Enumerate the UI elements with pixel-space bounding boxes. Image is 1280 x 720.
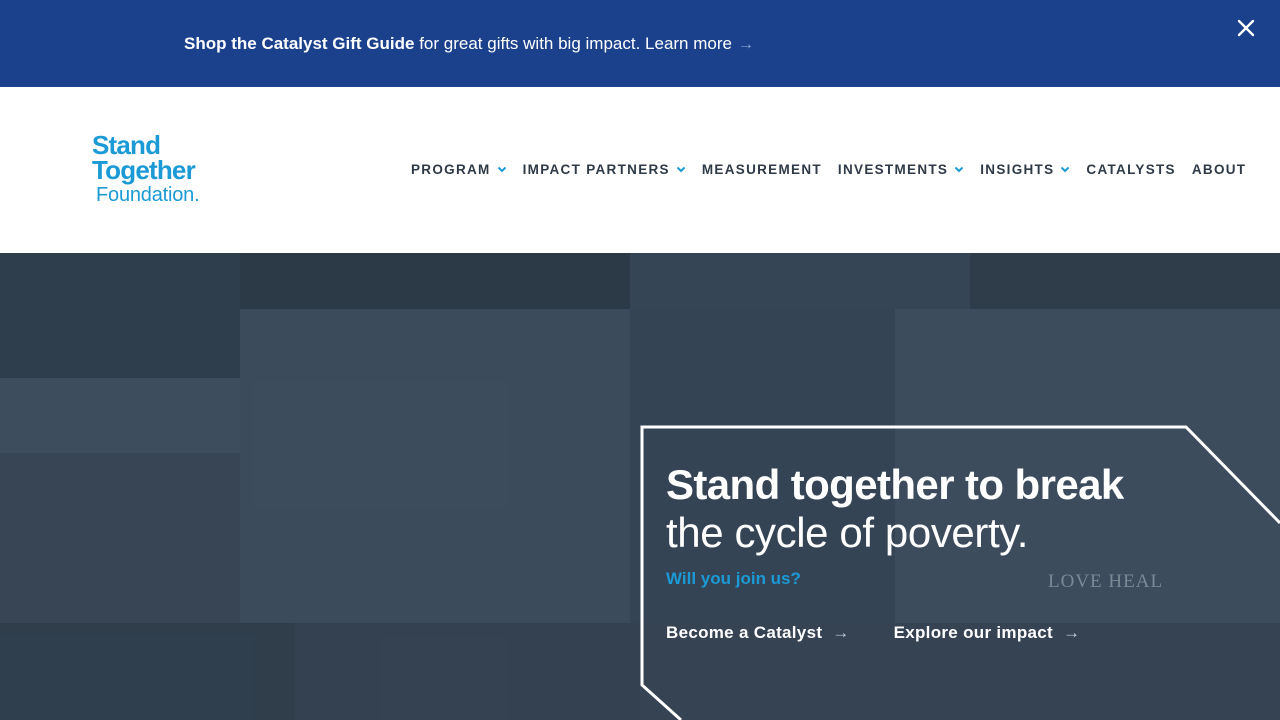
nav-item-investments[interactable]: INVESTMENTS: [838, 162, 964, 177]
arrow-right-icon: →: [737, 36, 754, 53]
banner-bold-text[interactable]: Shop the Catalyst Gift Guide: [184, 34, 414, 53]
chevron-down-icon: [497, 166, 506, 172]
nav-item-impact-partners[interactable]: IMPACT PARTNERS: [523, 162, 686, 177]
nav-item-label: INSIGHTS: [980, 161, 1055, 177]
nav-item-label: CATALYSTS: [1086, 161, 1176, 177]
cta-label: Explore our impact: [893, 623, 1053, 642]
nav-item-label: ABOUT: [1191, 161, 1247, 177]
chevron-down-icon: [676, 166, 686, 172]
explore-impact-button[interactable]: Explore our impact →: [894, 623, 1081, 643]
hero-section: LOVE HEAL Stand together to break the cy…: [0, 253, 1280, 720]
logo-line-foundation: Foundation.: [96, 184, 200, 206]
hero-headline-light: the cycle of poverty.: [666, 509, 1028, 556]
site-logo[interactable]: Stand Together Foundation.: [92, 132, 232, 213]
nav-item-insights[interactable]: INSIGHTS: [980, 162, 1070, 177]
hero-ctas: Become a Catalyst → Explore our impact →: [666, 623, 1080, 643]
nav-item-label: IMPACT PARTNERS: [522, 161, 670, 177]
become-catalyst-button[interactable]: Become a Catalyst →: [666, 623, 850, 643]
nav-item-label: MEASUREMENT: [701, 161, 822, 177]
nav-item-catalysts[interactable]: CATALYSTS: [1086, 162, 1175, 177]
banner-message[interactable]: Shop the Catalyst Gift Guide for great g…: [184, 33, 754, 56]
banner-learn-more-link[interactable]: Learn more: [645, 34, 732, 53]
nav-item-measurement[interactable]: MEASUREMENT: [702, 162, 822, 177]
nav-item-label: INVESTMENTS: [837, 161, 949, 177]
nav-item-about[interactable]: ABOUT: [1192, 162, 1247, 177]
chevron-down-icon: [955, 166, 964, 172]
banner-text: for great gifts with big impact.: [419, 34, 641, 53]
chevron-down-icon: [1061, 166, 1070, 172]
logo-line-together: Together: [92, 155, 196, 185]
arrow-right-icon: →: [832, 623, 850, 642]
hero-headline-bold: Stand together to break: [666, 461, 1124, 508]
site-header: Stand Together Foundation. PROGRAM IMPAC…: [0, 87, 1280, 253]
nav-item-program[interactable]: PROGRAM: [411, 162, 507, 177]
close-icon: [1237, 19, 1255, 37]
hero-subhead-link[interactable]: Will you join us?: [666, 569, 1226, 589]
hero-copy: Stand together to break the cycle of pov…: [666, 461, 1226, 589]
announcement-banner: Shop the Catalyst Gift Guide for great g…: [0, 0, 1280, 87]
arrow-right-icon: →: [1063, 623, 1081, 642]
cta-label: Become a Catalyst: [666, 623, 823, 642]
main-nav: PROGRAM IMPACT PARTNERS MEASUREMENT INVE…: [411, 160, 1246, 178]
nav-item-label: PROGRAM: [411, 161, 491, 177]
close-banner-button[interactable]: [1232, 14, 1260, 42]
